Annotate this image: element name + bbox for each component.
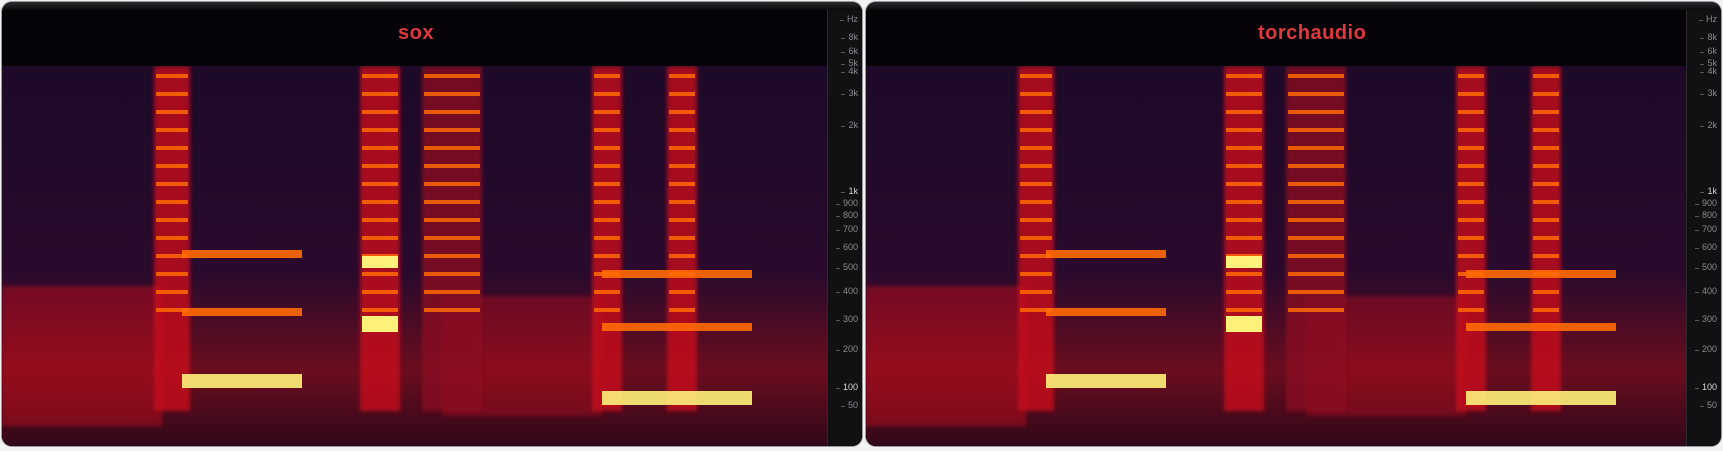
scale-label: 300 bbox=[1694, 314, 1717, 324]
scale-label: 1k bbox=[841, 186, 858, 196]
window-titlebar bbox=[2, 2, 862, 10]
spectrogram[interactable] bbox=[2, 66, 828, 446]
scale-label: 400 bbox=[835, 286, 858, 296]
scale-label: Hz bbox=[1699, 14, 1717, 24]
scale-label: 600 bbox=[835, 242, 858, 252]
scale-label: 200 bbox=[835, 344, 858, 354]
scale-label: 6k bbox=[841, 46, 858, 56]
scale-label: 700 bbox=[1694, 224, 1717, 234]
spectrogram-window-sox: sox Hz 8k 6k 5k 4k 3k 2k 1k 900 800 700 600 500 400 30… bbox=[2, 2, 862, 446]
scale-label: 100 bbox=[835, 382, 858, 392]
scale-label: 500 bbox=[1694, 262, 1717, 272]
scale-label: 100 bbox=[1694, 382, 1717, 392]
scale-label: 8k bbox=[1700, 32, 1717, 42]
spectrogram[interactable] bbox=[866, 66, 1687, 446]
scale-label: 2k bbox=[841, 120, 858, 130]
scale-label: 300 bbox=[835, 314, 858, 324]
spectrogram-image bbox=[866, 66, 1687, 446]
scale-label: 600 bbox=[1694, 242, 1717, 252]
frequency-scale: Hz 8k 6k 5k 4k 3k 2k 1k 900 800 700 600 500 400 300 200… bbox=[827, 10, 862, 446]
scale-label: 2k bbox=[1700, 120, 1717, 130]
scale-label: 200 bbox=[1694, 344, 1717, 354]
scale-label: 400 bbox=[1694, 286, 1717, 296]
scale-label: 900 bbox=[835, 198, 858, 208]
panel-title: sox bbox=[398, 22, 434, 44]
scale-label: 800 bbox=[835, 210, 858, 220]
panel-title: torchaudio bbox=[1258, 22, 1367, 44]
scale-label: 3k bbox=[841, 88, 858, 98]
spectrogram-window-torchaudio: torchaudio Hz 8k 6k 5k 4k 3k 2k 1k 900 800 700 600 5… bbox=[866, 2, 1721, 446]
scale-label: 700 bbox=[835, 224, 858, 234]
scale-label: 50 bbox=[840, 400, 858, 410]
scale-label: 3k bbox=[1700, 88, 1717, 98]
scale-label: 900 bbox=[1694, 198, 1717, 208]
scale-label: 6k bbox=[1700, 46, 1717, 56]
scale-label: Hz bbox=[840, 14, 858, 24]
scale-label: 8k bbox=[841, 32, 858, 42]
scale-label: 50 bbox=[1699, 400, 1717, 410]
scale-label: 4k bbox=[1700, 66, 1717, 76]
spectrogram-image bbox=[2, 66, 828, 446]
scale-label: 4k bbox=[841, 66, 858, 76]
window-titlebar bbox=[866, 2, 1721, 10]
scale-label: 800 bbox=[1694, 210, 1717, 220]
frequency-scale: Hz 8k 6k 5k 4k 3k 2k 1k 900 800 700 600 500 400 300 200… bbox=[1686, 10, 1721, 446]
scale-label: 500 bbox=[835, 262, 858, 272]
scale-label: 1k bbox=[1700, 186, 1717, 196]
